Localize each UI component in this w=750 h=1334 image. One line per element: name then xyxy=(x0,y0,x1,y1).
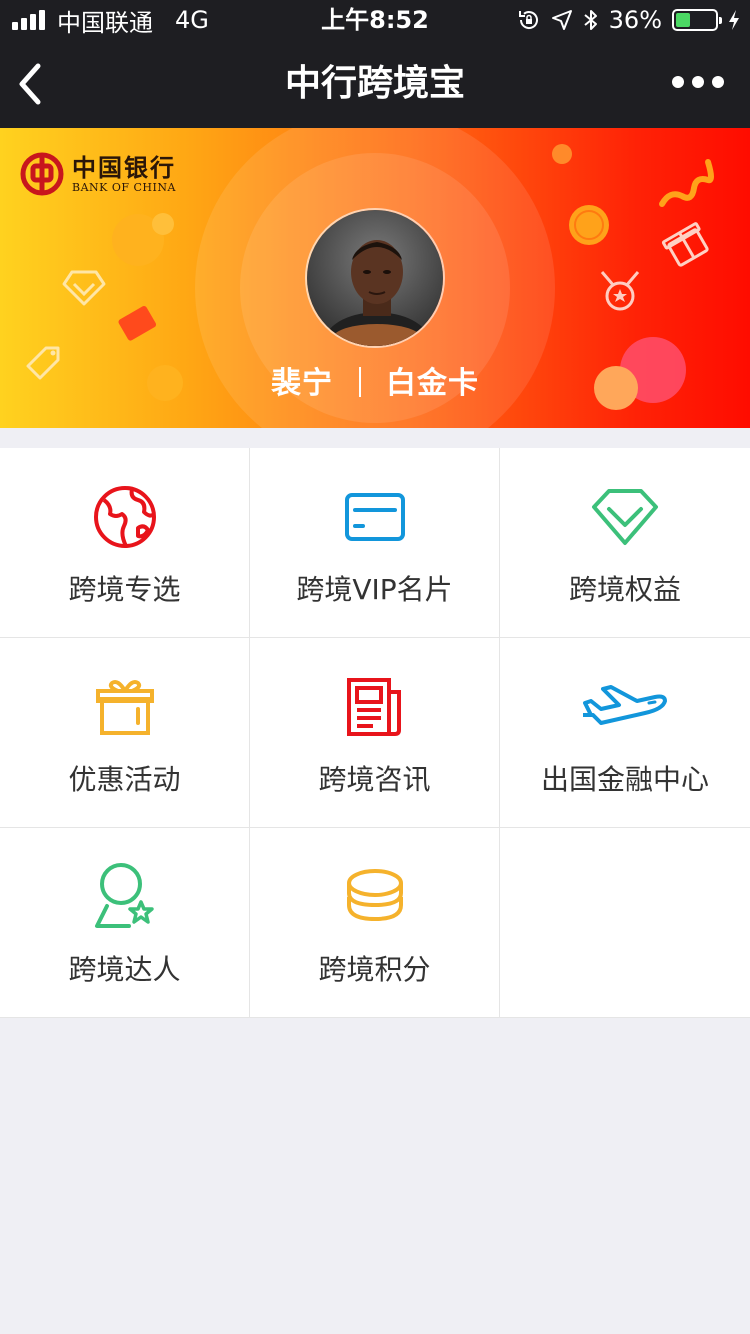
member-divider xyxy=(358,367,361,397)
avatar-photo xyxy=(307,210,443,346)
gift-decoration-icon xyxy=(661,222,709,267)
menu-item-vip-card[interactable]: 跨境VIP名片 xyxy=(250,448,500,638)
menu-item-overseas-finance-center[interactable]: 出国金融中心 xyxy=(500,638,750,828)
red-envelope-decoration xyxy=(118,305,157,341)
avatar[interactable] xyxy=(305,208,445,348)
more-dots-icon xyxy=(672,76,684,88)
airplane-icon xyxy=(575,672,675,742)
battery-percent: 36% xyxy=(608,6,662,34)
menu-item-label: 出国金融中心 xyxy=(540,763,709,796)
bank-of-china-logo-icon xyxy=(20,152,64,196)
member-banner: 中国银行 BANK OF CHINA 裴宁 白金卡 xyxy=(0,128,750,428)
charging-bolt-icon xyxy=(729,10,739,30)
menu-item-promotions[interactable]: 优惠活动 xyxy=(0,638,250,828)
feature-grid: 跨境专选 跨境VIP名片 跨境权益 优惠活动 跨境咨讯 出国金融中心 跨境达人 … xyxy=(0,448,750,1018)
menu-item-label: 跨境权益 xyxy=(568,573,681,606)
page-title: 中行跨境宝 xyxy=(284,63,465,104)
ribbon-decoration-icon xyxy=(659,159,714,207)
expert-user-icon xyxy=(85,862,165,932)
menu-item-label: 跨境VIP名片 xyxy=(296,573,453,606)
location-arrow-icon xyxy=(551,10,572,30)
medal-decoration-icon xyxy=(600,271,640,311)
menu-item-points[interactable]: 跨境积分 xyxy=(250,828,500,1018)
empty-grid-cell xyxy=(500,828,750,1018)
bank-name: 中国银行 BANK OF CHINA xyxy=(72,152,176,194)
globe-icon xyxy=(85,482,165,552)
orange-bubble-decoration xyxy=(552,144,572,164)
menu-item-label: 跨境咨讯 xyxy=(318,763,431,796)
battery-icon xyxy=(672,9,722,31)
card-icon xyxy=(335,482,415,552)
bank-name-cn: 中国银行 xyxy=(72,152,176,182)
coin-decoration-icon xyxy=(569,205,609,245)
bluetooth-icon xyxy=(584,10,597,30)
nav-bar: 中行跨境宝 xyxy=(0,40,750,128)
member-name: 裴宁 xyxy=(271,366,334,401)
menu-item-cross-border-expert[interactable]: 跨境达人 xyxy=(0,828,250,1018)
menu-item-label: 跨境积分 xyxy=(318,953,431,986)
status-bar: 中国联通 4G 上午8:52 36% xyxy=(0,0,750,40)
bank-logo: 中国银行 BANK OF CHINA xyxy=(20,152,176,196)
newspaper-icon xyxy=(335,672,415,742)
card-level: 白金卡 xyxy=(385,366,479,401)
rotation-lock-icon xyxy=(518,11,538,29)
member-info: 裴宁 白金卡 xyxy=(0,358,750,402)
gift-icon xyxy=(85,672,165,742)
menu-item-label: 优惠活动 xyxy=(68,763,181,796)
diamond-decoration-icon xyxy=(62,270,106,306)
coins-icon xyxy=(335,862,415,932)
menu-item-label: 跨境专选 xyxy=(68,573,181,606)
menu-item-news[interactable]: 跨境咨讯 xyxy=(250,638,500,828)
menu-item-label: 跨境达人 xyxy=(68,953,181,986)
status-right: 36% xyxy=(517,0,740,40)
diamond-icon xyxy=(585,482,665,552)
menu-item-cross-border-selection[interactable]: 跨境专选 xyxy=(0,448,250,638)
orange-bubble-decoration xyxy=(112,213,174,266)
more-button[interactable] xyxy=(672,76,724,88)
menu-item-cross-border-benefits[interactable]: 跨境权益 xyxy=(500,448,750,638)
battery-fill xyxy=(676,13,690,27)
bank-name-en: BANK OF CHINA xyxy=(72,180,176,194)
